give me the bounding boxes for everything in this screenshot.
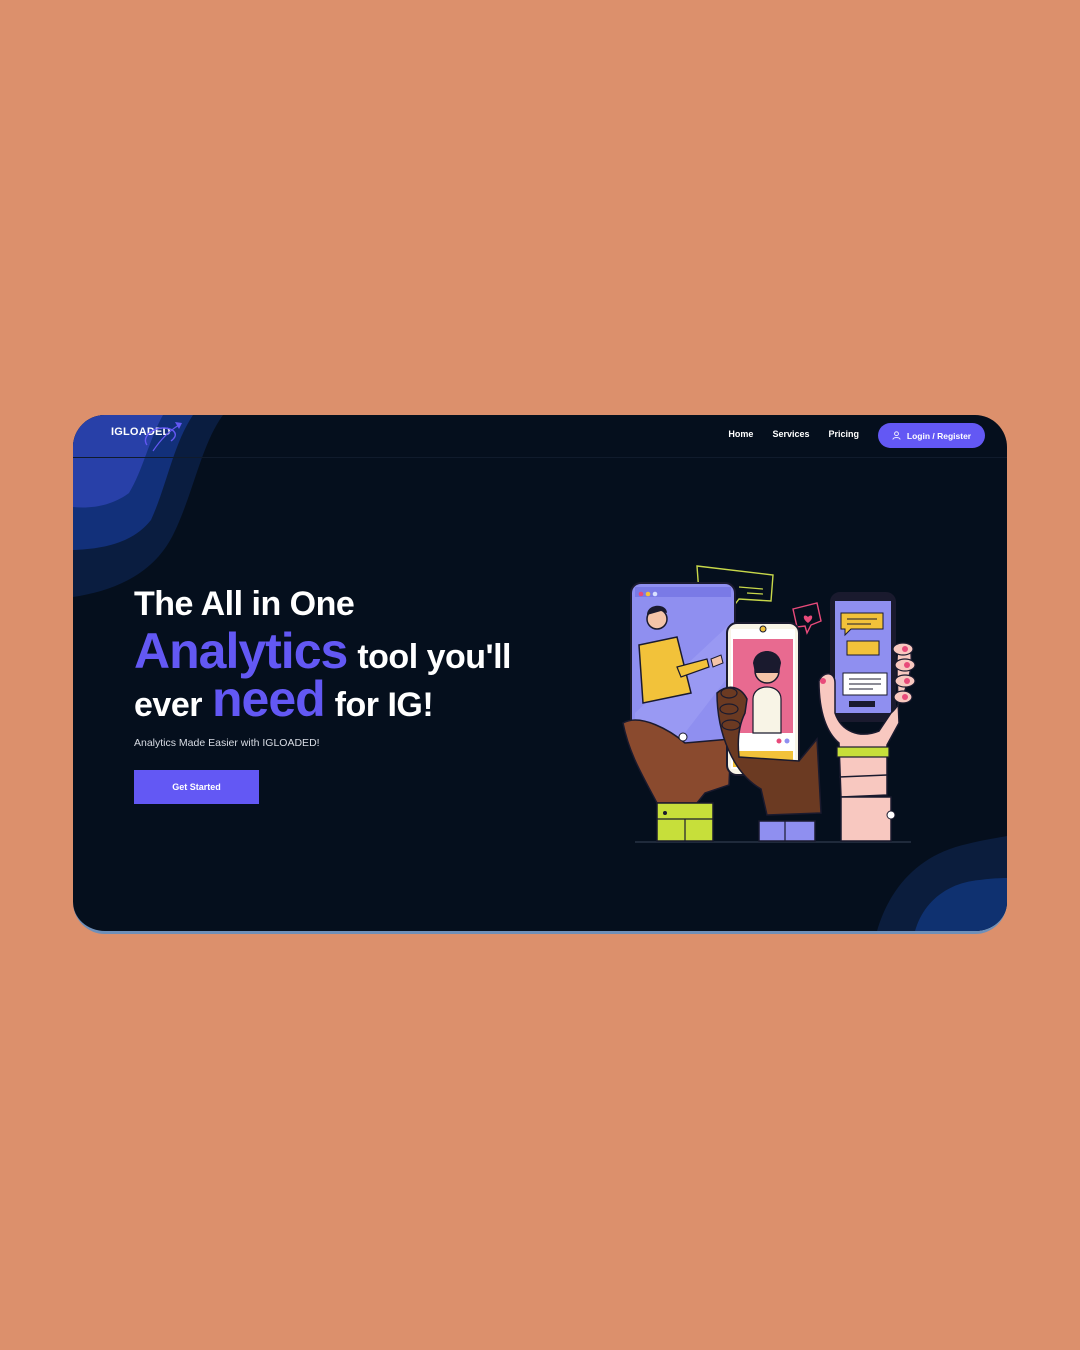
headline-line-3: ever need for IG! [134,673,511,725]
nav-pricing-link[interactable]: Pricing [828,429,859,439]
hands-holding-phones-illustration [622,565,916,843]
get-started-label: Get Started [172,782,221,792]
headline-text-for-ig: for IG! [334,686,434,724]
headline-text-tool: tool you'll [357,638,512,676]
headline-text-ever: ever [134,686,202,724]
nav-links: Home Services Pricing [728,429,859,439]
nav-services-link[interactable]: Services [772,429,809,439]
orbit-arrow-icon [144,422,182,452]
hero-section: The All in One Analytics tool you'll eve… [134,585,512,804]
wave-decoration-bottom-right [877,836,1007,931]
get-started-button[interactable]: Get Started [134,770,259,804]
headline-line-1: The All in One [134,585,355,623]
hero-subtitle: Analytics Made Easier with IGLOADED! [134,737,320,749]
user-icon [892,431,901,440]
nav-home-link[interactable]: Home [728,429,753,439]
hero-card: IGLOADED Home Services Pricing Login / R… [73,415,1007,934]
login-register-label: Login / Register [906,430,972,441]
login-register-button[interactable]: Login / Register [878,423,985,448]
headline-accent-need: need [211,671,326,727]
navbar: IGLOADED Home Services Pricing Login / R… [73,415,1007,458]
headline-accent-analytics: Analytics [134,623,348,679]
headline-line-2: Analytics tool you'll [134,623,512,679]
